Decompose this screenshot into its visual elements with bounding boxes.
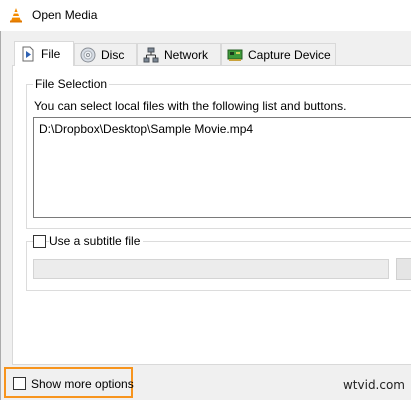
file-list[interactable]: D:\Dropbox\Desktop\Sample Movie.mp4 bbox=[33, 117, 411, 218]
tab-disc-label: Disc bbox=[101, 47, 125, 62]
subtitle-checkbox[interactable] bbox=[33, 235, 46, 248]
tab-disc[interactable]: Disc bbox=[74, 43, 137, 65]
file-selection-title: File Selection bbox=[33, 77, 110, 91]
disc-icon bbox=[80, 47, 96, 62]
network-icon bbox=[143, 47, 159, 62]
subtitle-label: Use a subtitle file bbox=[49, 234, 144, 248]
watermark: wtvid.com bbox=[342, 378, 405, 392]
tab-network-label: Network bbox=[164, 47, 209, 62]
vlc-cone-icon bbox=[10, 8, 22, 23]
dialog-border bbox=[0, 31, 1, 400]
tab-file[interactable]: File bbox=[14, 41, 74, 66]
title-bar: Open Media bbox=[0, 0, 411, 31]
window-title: Open Media bbox=[32, 8, 98, 22]
tab-file-label: File bbox=[41, 47, 61, 61]
list-item[interactable]: D:\Dropbox\Desktop\Sample Movie.mp4 bbox=[39, 122, 253, 136]
subtitle-path-field bbox=[33, 259, 389, 279]
file-play-icon bbox=[22, 46, 34, 62]
tab-capture-device-label: Capture Device bbox=[248, 47, 331, 62]
show-more-checkbox[interactable] bbox=[13, 377, 26, 390]
tab-network[interactable]: Network bbox=[137, 43, 221, 65]
subtitle-browse-button bbox=[396, 258, 411, 280]
show-more-label[interactable]: Show more options bbox=[31, 377, 134, 391]
capture-card-icon bbox=[227, 49, 243, 61]
file-selection-hint: You can select local files with the foll… bbox=[34, 99, 347, 113]
tab-capture-device[interactable]: Capture Device bbox=[221, 43, 336, 65]
